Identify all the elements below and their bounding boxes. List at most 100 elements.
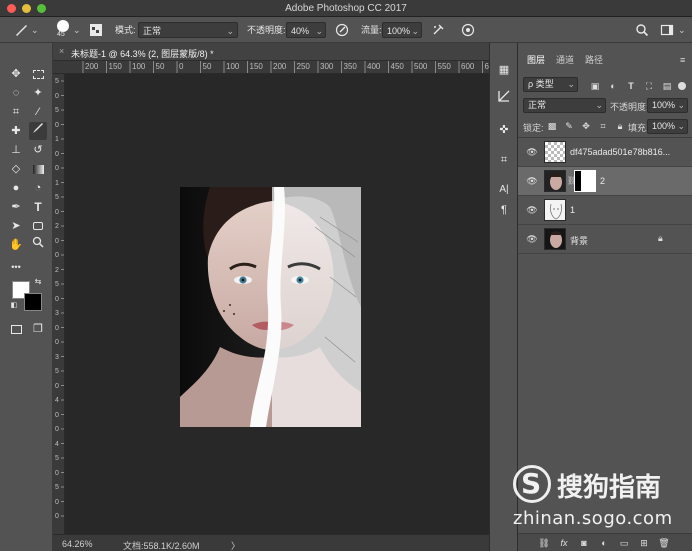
brush-tool-icon[interactable] [14, 23, 28, 37]
airbrush-icon[interactable] [431, 23, 445, 37]
move-tool-icon[interactable]: ✥ [7, 65, 25, 83]
eyedropper-tool-icon[interactable]: ⁄ [29, 103, 47, 121]
layer-row[interactable]: 👁︎ 背景 🔒︎ [518, 225, 692, 254]
vertical-ruler: 5 0 5 0 1 0 0 1 5 0 2 0 0 2 5 0 3 0 0 3 5 0 4 0 0 4 5 0 5 0 0 [53, 74, 65, 534]
properties-icon[interactable]: ✜ [495, 121, 513, 139]
crop-panel-icon[interactable]: ⌗ [495, 151, 513, 169]
magic-wand-tool-icon[interactable]: ✦ [29, 84, 47, 102]
marquee-tool-icon[interactable] [29, 65, 47, 83]
background-color-swatch[interactable] [24, 293, 42, 311]
trash-icon[interactable]: 🗑︎ [658, 537, 670, 549]
chevron-down-icon: ⌄ [677, 100, 685, 110]
ruler-label: 5 [55, 484, 59, 491]
mask-icon[interactable]: ◙ [578, 537, 590, 549]
blur-tool-icon[interactable]: ● [7, 179, 25, 197]
adjustment-icon[interactable]: ◐ [598, 537, 610, 549]
type-tool-icon[interactable]: T [29, 198, 47, 216]
swap-colors-icon[interactable]: ⇆ [33, 277, 43, 287]
mode-select[interactable]: 正常 ⌄ [138, 22, 238, 38]
lock-position-icon[interactable]: ✥ [580, 120, 592, 132]
lock-label: 锁定: [523, 123, 544, 133]
screen-mode-icon[interactable]: ❐ [29, 320, 47, 338]
more-tools-icon[interactable]: ••• [7, 258, 25, 276]
chevron-down-icon[interactable]: ⌄ [31, 22, 39, 38]
filter-type-icon[interactable]: T [625, 80, 637, 92]
filter-pixel-icon[interactable]: ▣ [589, 80, 601, 92]
options-bar: ⌄ 45 ⌄ 模式: 正常 ⌄ 不透明度: 40% ⌄ 流量: 100% ⌄ ⌄ [0, 17, 692, 43]
document-tab[interactable]: × 未标题-1 @ 64.3% (2, 图层蒙版/8) * [53, 43, 489, 61]
crop-tool-icon[interactable]: ⌗ [7, 103, 25, 121]
document-canvas-image[interactable] [180, 187, 361, 427]
shape-tool-icon[interactable] [29, 217, 47, 235]
zoom-level[interactable]: 64.26% [62, 539, 93, 549]
quick-mask-icon[interactable] [7, 320, 25, 338]
ruler-label: 0 [55, 208, 59, 216]
brush-tool-icon[interactable] [29, 122, 47, 140]
paragraph-icon[interactable]: ¶ [495, 201, 513, 219]
layer-row[interactable]: 👁︎ 1 [518, 196, 692, 225]
chevron-down-icon[interactable]: ⌄ [678, 22, 686, 38]
ruler-label: 0 [55, 92, 59, 100]
visibility-eye-icon[interactable]: 👁︎ [526, 175, 538, 187]
panel-menu-icon[interactable]: ≡ [676, 51, 689, 69]
default-colors-icon[interactable]: ◧ [9, 301, 19, 311]
ruler-label: 50 [202, 62, 212, 71]
opacity-input[interactable]: 40% ⌄ [286, 22, 326, 38]
dodge-tool-icon[interactable]: ◔ [29, 179, 47, 197]
fx-icon[interactable]: fx [558, 537, 570, 549]
visibility-eye-icon[interactable]: 👁︎ [526, 233, 538, 245]
gradient-tool-icon[interactable] [29, 160, 47, 178]
layer-mask-thumbnail[interactable] [574, 170, 596, 192]
lock-artboard-icon[interactable]: ⌗ [597, 120, 609, 132]
eraser-tool-icon[interactable]: ◇ [7, 160, 25, 178]
status-menu-arrow[interactable]: 〉 [231, 539, 240, 551]
lock-image-icon[interactable]: ✎ [563, 120, 575, 132]
lock-all-icon[interactable]: 🔒︎ [614, 120, 626, 132]
adjustments-icon[interactable] [495, 90, 513, 108]
pressure-size-icon[interactable] [461, 23, 475, 37]
clone-stamp-tool-icon[interactable]: ⊥ [7, 141, 25, 159]
zoom-tool-icon[interactable] [29, 236, 47, 254]
tab-paths[interactable]: 路径 [581, 51, 607, 69]
chevron-down-icon[interactable]: ⌄ [73, 22, 81, 38]
blend-mode-select[interactable]: 正常 ⌄ [523, 98, 606, 113]
link-icon[interactable]: ⛓ [538, 537, 550, 549]
pen-tool-icon[interactable]: ✒ [7, 198, 25, 216]
layer-filter-select[interactable]: ρ 类型 ⌄ [523, 77, 578, 92]
group-folder-icon[interactable]: ▭ [618, 537, 630, 549]
tab-channels[interactable]: 通道 [552, 51, 578, 69]
pressure-opacity-icon[interactable] [335, 23, 349, 37]
workspace-icon[interactable] [660, 23, 674, 37]
layer-opacity-input[interactable]: 100% ⌄ [647, 98, 688, 113]
hand-tool-icon[interactable]: ✋ [7, 236, 25, 254]
fill-input[interactable]: 100% ⌄ [647, 119, 688, 134]
new-layer-icon[interactable]: ⊞ [638, 537, 650, 549]
lock-transparent-icon[interactable]: ▩ [546, 120, 558, 132]
filter-toggle[interactable] [678, 82, 686, 90]
close-tab-icon[interactable]: × [59, 46, 64, 56]
flow-input[interactable]: 100% ⌄ [382, 22, 422, 38]
healing-brush-tool-icon[interactable]: ✚ [7, 122, 25, 140]
filter-adjustment-icon[interactable]: ◐ [607, 80, 619, 92]
character-icon[interactable]: A| [495, 181, 513, 199]
title-bar: Adobe Photoshop CC 2017 [0, 0, 692, 17]
status-bar: 64.26% 文档:558.1K/2.60M 〉 [53, 534, 489, 551]
search-icon[interactable] [635, 23, 649, 37]
libraries-icon[interactable]: ▦ [495, 61, 513, 79]
canvas-area[interactable] [65, 74, 489, 534]
path-selection-tool-icon[interactable]: ➤ [7, 217, 25, 235]
brush-panel-icon[interactable] [90, 24, 102, 36]
fill-label: 填充: [628, 123, 649, 133]
visibility-eye-icon[interactable]: 👁︎ [526, 204, 538, 216]
visibility-eye-icon[interactable]: 👁︎ [526, 146, 538, 158]
ruler-label: 0 [55, 339, 59, 346]
lasso-tool-icon[interactable]: ◌ [7, 84, 25, 102]
filter-shape-icon[interactable]: ⛶ [643, 80, 655, 92]
history-brush-tool-icon[interactable]: ↺ [29, 141, 47, 159]
layer-row[interactable]: 👁︎ df475adad501e78b816... [518, 138, 692, 167]
ruler-label: 150 [108, 62, 122, 71]
layer-row[interactable]: 👁︎ ⛓ 2 [518, 167, 692, 196]
filter-smart-object-icon[interactable]: ▤ [661, 80, 673, 92]
tab-layers[interactable]: 图层 [523, 51, 550, 69]
layer-name: df475adad501e78b816... [570, 147, 671, 157]
